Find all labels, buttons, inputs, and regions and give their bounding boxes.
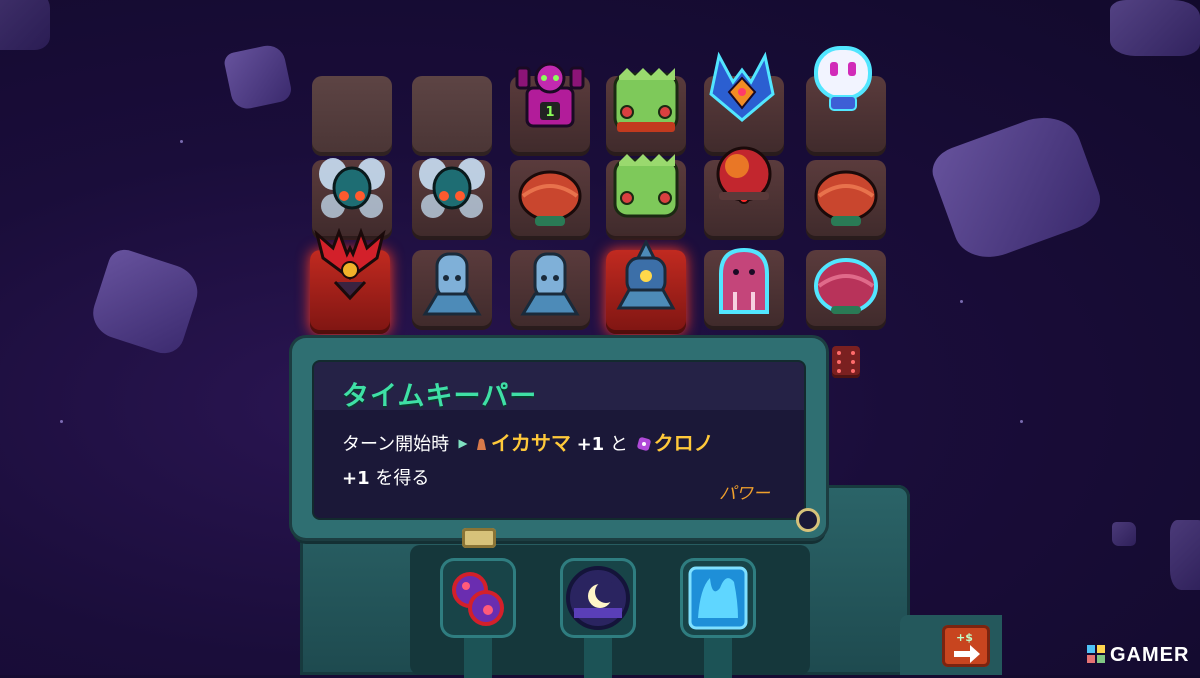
reroll-dice-button[interactable] <box>832 346 860 378</box>
cheat-token-icon <box>476 438 486 450</box>
blue-flame-icon <box>688 566 748 630</box>
fire-orb-icon[interactable] <box>707 140 781 214</box>
green-bush-icon[interactable] <box>609 66 683 140</box>
unit-board: 1 <box>300 40 900 340</box>
keyword-cheat: イカサマ <box>490 431 571 455</box>
tooltip-description: ターン開始時 イカサマ +1 と クロノ +1 を得る <box>342 426 774 496</box>
ability-slot[interactable] <box>560 558 636 678</box>
asteroid <box>1110 0 1200 56</box>
svg-text:+$: +$ <box>956 631 973 644</box>
ability-slot[interactable] <box>680 558 756 678</box>
arrow-right-icon: +$ <box>954 631 980 663</box>
empty-slot[interactable] <box>412 76 492 156</box>
unit-level-badge: 1 <box>545 105 554 120</box>
asteroid <box>0 0 50 50</box>
chrono-dice-icon <box>636 437 651 451</box>
blue-turret-icon[interactable] <box>513 248 587 322</box>
star <box>180 140 183 143</box>
empty-slot[interactable] <box>312 76 392 156</box>
red-antler-icon[interactable] <box>313 228 387 302</box>
next-turn-button[interactable]: +$ <box>942 625 990 667</box>
card-category: パワー <box>719 484 770 504</box>
asteroid <box>1170 520 1200 590</box>
star <box>960 300 963 303</box>
cyan-fly-icon[interactable] <box>415 152 489 226</box>
amount-cheat: +1 <box>576 434 605 455</box>
orange-pod-icon[interactable] <box>809 160 883 234</box>
desc-suffix: を得る <box>375 468 430 489</box>
play-arrow-icon <box>458 439 468 449</box>
star <box>60 420 63 423</box>
winged-crest-icon[interactable] <box>705 50 779 124</box>
gamer-logo-icon <box>1087 645 1105 663</box>
watermark: GAMER <box>1086 644 1189 667</box>
tooltip-panel: タイムキーパー ターン開始時 イカサマ +1 と クロノ +1 を得る パワー <box>292 338 826 548</box>
spike-turret-icon[interactable] <box>609 240 683 314</box>
asteroid <box>86 245 205 359</box>
desc-prefix: ターン開始時 <box>342 434 450 455</box>
ability-slot[interactable] <box>440 558 516 678</box>
orange-pod-icon[interactable] <box>809 248 883 322</box>
white-skull-bot-icon[interactable] <box>806 42 880 116</box>
amount-chrono: +1 <box>342 468 370 489</box>
star <box>1020 420 1023 423</box>
pink-blob-icon[interactable] <box>707 244 781 318</box>
asteroid <box>926 105 1108 269</box>
asteroid <box>222 42 294 112</box>
green-bush-icon[interactable] <box>609 152 683 226</box>
desc-conjunction: と <box>609 434 628 455</box>
panel-clip <box>462 528 496 548</box>
keyword-chrono: クロノ <box>653 431 714 455</box>
watermark-text: GAMER <box>1110 644 1190 666</box>
blue-turret-icon[interactable] <box>415 248 489 322</box>
magenta-robot-icon[interactable]: 1 <box>513 58 587 132</box>
moon-night-icon <box>566 566 630 630</box>
panel-corner-knob <box>796 508 820 532</box>
tooltip-title: タイムキーパー <box>342 381 538 412</box>
tooltip-body: タイムキーパー ターン開始時 イカサマ +1 と クロノ +1 を得る パワー <box>312 360 806 520</box>
asteroid <box>1112 522 1136 546</box>
cyan-fly-icon[interactable] <box>315 152 389 226</box>
dual-orbs-icon <box>452 572 504 626</box>
orange-pod-icon[interactable] <box>513 160 587 234</box>
